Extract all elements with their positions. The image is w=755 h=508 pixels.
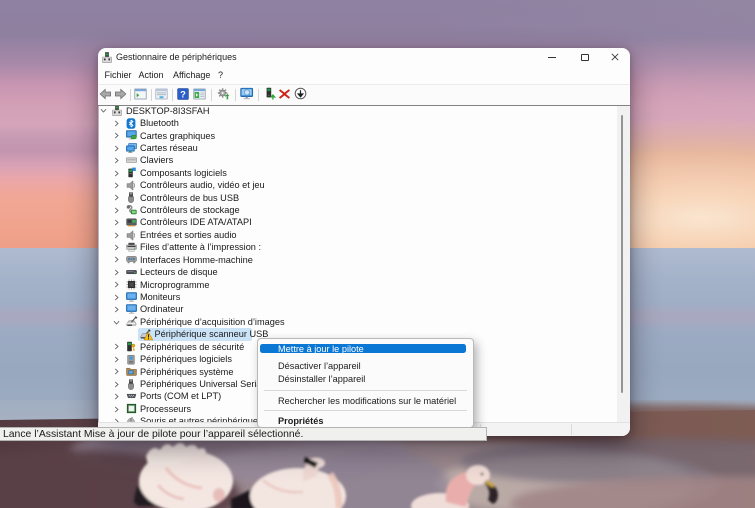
svg-text:?: ? [180, 88, 186, 99]
